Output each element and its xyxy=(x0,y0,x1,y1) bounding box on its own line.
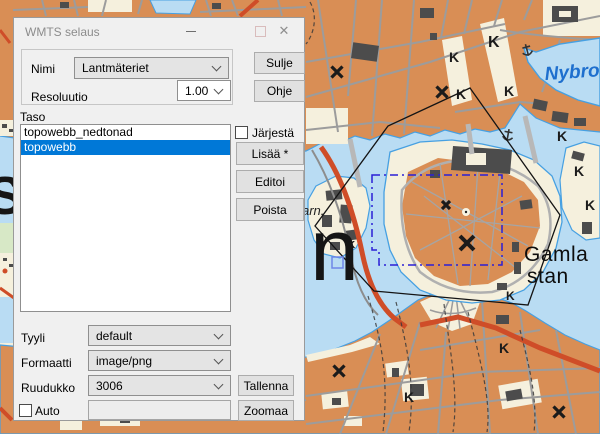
zoomaa-button[interactable]: Zoomaa xyxy=(238,400,294,421)
auto-field[interactable] xyxy=(88,400,231,420)
poista-label: Poista xyxy=(253,203,286,217)
water-pocket xyxy=(150,0,196,14)
k-symbol: K xyxy=(404,389,414,405)
layer-listbox[interactable]: topowebb_nedtonad topowebb xyxy=(20,124,231,312)
nimi-combobox[interactable]: Lantmäteriet xyxy=(74,57,229,79)
road-dot xyxy=(3,269,8,274)
ruudukko-combobox[interactable]: 3006 xyxy=(88,375,231,396)
ruudukko-label: Ruudukko xyxy=(21,381,75,395)
wmts-dialog-window: WMTS selaus ✕ Nimi Lantmäteriet Resoluut… xyxy=(13,17,305,421)
list-item-selected[interactable]: topowebb xyxy=(21,140,230,155)
palace-courtyard xyxy=(466,153,486,165)
k-symbol: K xyxy=(504,83,514,99)
k-symbol: K xyxy=(574,163,584,179)
taso-label: Taso xyxy=(20,110,45,124)
lisaa-button[interactable]: Lisää * xyxy=(236,142,304,165)
courtyard xyxy=(559,11,571,17)
place-label-gamla-stan-1: Gamla xyxy=(524,243,588,266)
minimize-icon xyxy=(186,31,196,32)
formaatti-combobox[interactable]: image/png xyxy=(88,350,231,371)
maximize-icon xyxy=(255,26,266,37)
k-symbol: K xyxy=(449,49,459,65)
k-symbol: K xyxy=(557,128,567,144)
ruudukko-value: 3006 xyxy=(96,379,123,393)
tyyli-value: default xyxy=(96,329,132,343)
chevron-down-icon xyxy=(214,379,224,389)
big-label-partial-n: n xyxy=(310,200,359,299)
sulje-button[interactable]: Sulje xyxy=(254,52,305,74)
nimi-value: Lantmäteriet xyxy=(82,61,149,75)
poista-button[interactable]: Poista xyxy=(236,198,304,221)
close-icon: ✕ xyxy=(279,23,290,39)
chevron-down-icon xyxy=(214,354,224,364)
tyyli-combobox[interactable]: default xyxy=(88,325,231,346)
ohje-label: Ohje xyxy=(267,84,292,98)
auto-label: Auto xyxy=(35,404,60,418)
minimize-button[interactable] xyxy=(175,20,207,42)
chevron-down-icon xyxy=(214,84,224,94)
auto-checkbox[interactable] xyxy=(19,404,32,417)
k-symbol: K xyxy=(506,289,515,303)
sulje-label: Sulje xyxy=(266,56,293,70)
tallenna-button[interactable]: Tallenna xyxy=(238,375,294,396)
resoluutio-value: 1.00 xyxy=(185,84,208,98)
close-button[interactable]: ✕ xyxy=(268,20,300,42)
nimi-label: Nimi xyxy=(31,62,55,76)
editoi-button[interactable]: Editoi xyxy=(236,170,304,193)
titlebar[interactable]: WMTS selaus ✕ xyxy=(14,18,304,47)
k-symbol: K xyxy=(585,197,595,213)
k-symbol: K xyxy=(499,340,509,356)
zoomaa-label: Zoomaa xyxy=(244,404,288,418)
chevron-down-icon xyxy=(212,62,222,72)
resoluutio-label: Resoluutio xyxy=(31,90,88,104)
k-symbol: K xyxy=(488,34,500,51)
tyyli-label: Tyyli xyxy=(21,331,45,345)
window-title: WMTS selaus xyxy=(25,25,100,39)
editoi-label: Editoi xyxy=(255,175,285,189)
jarjesta-checkbox[interactable] xyxy=(235,126,248,139)
tallenna-label: Tallenna xyxy=(244,379,289,393)
list-item[interactable]: topowebb_nedtonad xyxy=(21,125,230,140)
resoluutio-combobox[interactable]: 1.00 xyxy=(177,80,231,101)
chevron-down-icon xyxy=(214,329,224,339)
jarjesta-label: Järjestä xyxy=(252,126,294,140)
water-label-nybroviken: Nybrov xyxy=(544,59,600,85)
formaatti-value: image/png xyxy=(96,354,152,368)
plaza-dot xyxy=(465,211,467,213)
lisaa-label: Lisää * xyxy=(252,147,289,161)
ohje-button[interactable]: Ohje xyxy=(254,80,305,102)
formaatti-label: Formaatti xyxy=(21,356,72,370)
place-label-gamla-stan-2: stan xyxy=(527,265,569,288)
